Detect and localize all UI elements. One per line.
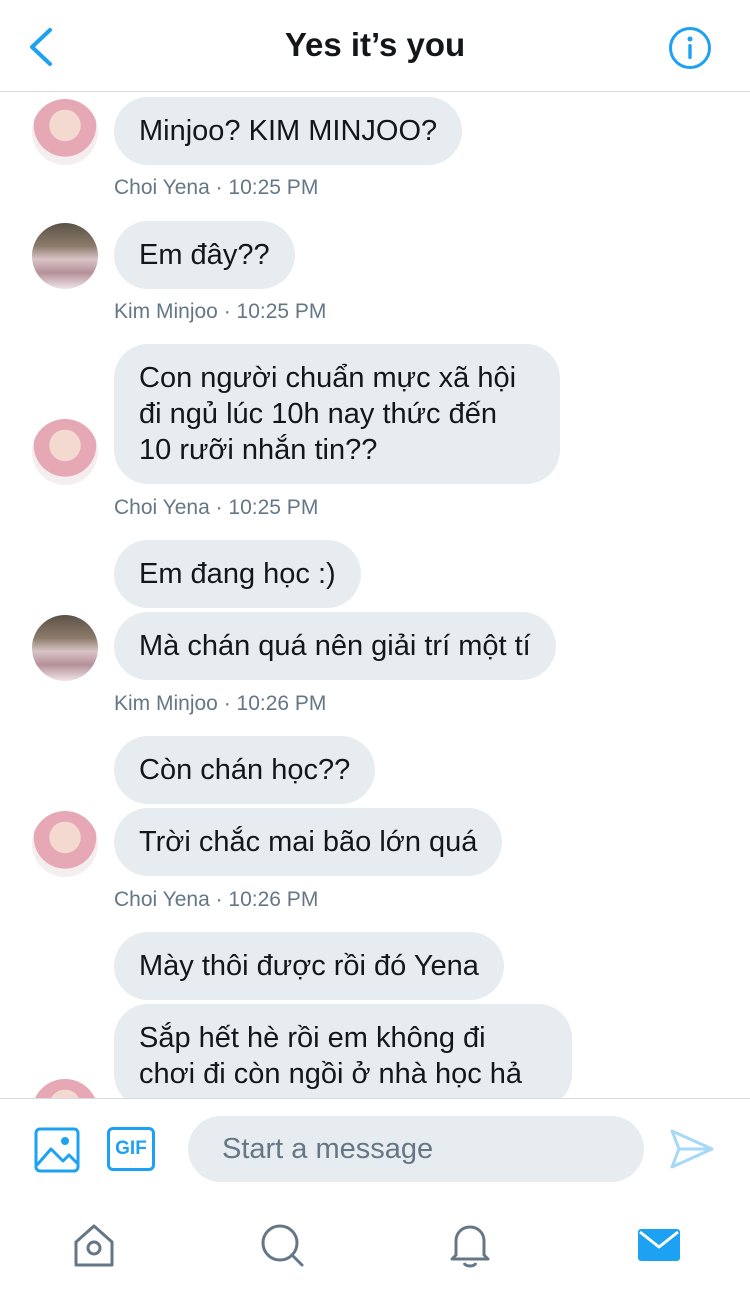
gif-button[interactable]: GIF — [107, 1127, 155, 1171]
avatar-kim-minjoo[interactable] — [32, 223, 98, 289]
avatar-choi-yena[interactable] — [32, 1079, 98, 1098]
bell-icon[interactable] — [447, 1222, 493, 1268]
message-meta: Choi Yena · 10:25 PM — [114, 496, 319, 519]
avatar-choi-yena[interactable] — [32, 811, 98, 877]
message-bubble[interactable]: Trời chắc mai bão lớn quá — [114, 808, 503, 876]
message-bubble[interactable]: Sắp hết hè rồi em không đi chơi đi còn n… — [114, 1004, 572, 1098]
avatar-choi-yena[interactable] — [32, 419, 98, 485]
home-icon[interactable] — [71, 1222, 117, 1268]
message-bubble[interactable]: Minjoo? KIM MINJOO? — [114, 97, 463, 165]
conversation-title: Yes it’s you — [284, 26, 466, 63]
conversation-header: Yes it’s you — [0, 0, 750, 92]
image-icon[interactable] — [34, 1127, 80, 1173]
message-meta: Choi Yena · 10:25 PM — [114, 176, 319, 199]
tab-bar — [0, 1198, 750, 1297]
message-meta: Kim Minjoo · 10:26 PM — [114, 692, 327, 715]
avatar-kim-minjoo[interactable] — [32, 615, 98, 681]
search-icon[interactable] — [259, 1222, 305, 1268]
message-meta: Choi Yena · 10:26 PM — [114, 888, 319, 911]
message-bubble[interactable]: Em đang học :) — [114, 540, 361, 608]
send-icon[interactable] — [670, 1129, 714, 1169]
mail-icon[interactable] — [636, 1222, 682, 1268]
avatar-choi-yena[interactable] — [32, 99, 98, 165]
message-bubble[interactable]: Mày thôi được rồi đó Yena — [114, 932, 504, 1000]
message-composer: GIF Start a message — [0, 1098, 750, 1198]
message-bubble[interactable]: Còn chán học?? — [114, 736, 376, 804]
message-meta: Kim Minjoo · 10:25 PM — [114, 300, 327, 323]
message-bubble[interactable]: Con người chuẩn mực xã hội đi ngủ lúc 10… — [114, 344, 560, 484]
message-input[interactable]: Start a message — [188, 1116, 644, 1182]
message-bubble[interactable]: Em đây?? — [114, 221, 295, 289]
message-bubble[interactable]: Mà chán quá nên giải trí một tí — [114, 612, 556, 680]
message-list[interactable]: Minjoo? KIM MINJOO? Choi Yena · 10:25 PM… — [0, 93, 750, 1098]
info-icon[interactable] — [668, 26, 712, 70]
